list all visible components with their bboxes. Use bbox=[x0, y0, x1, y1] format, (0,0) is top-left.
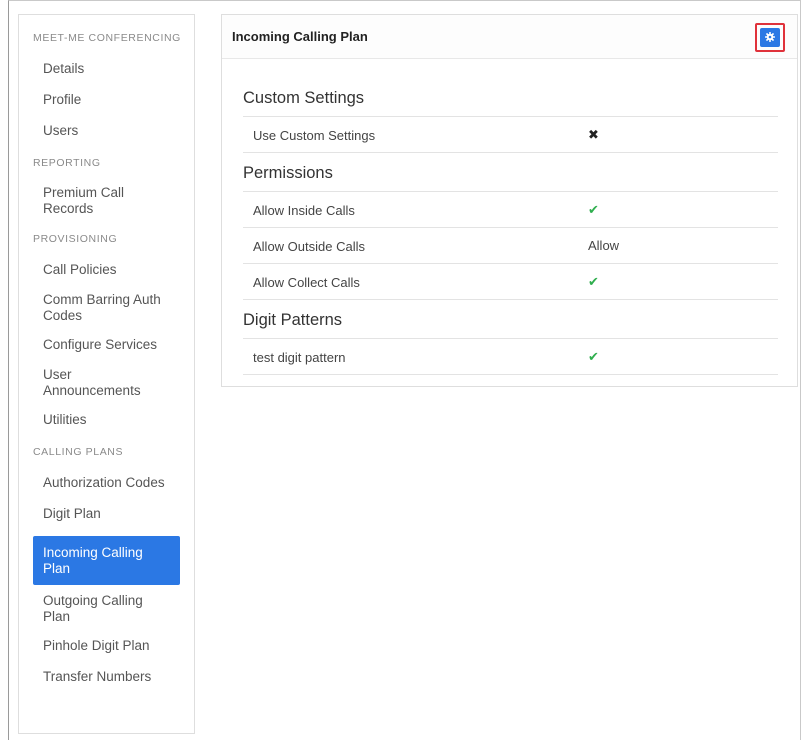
sidebar-item-call-policies[interactable]: Call Policies bbox=[33, 261, 180, 292]
cross-icon: ✖ bbox=[588, 127, 599, 142]
sidebar-item-outgoing-calling-plan[interactable]: Outgoing Calling Plan bbox=[33, 593, 180, 637]
group-title-custom-settings: Custom Settings bbox=[243, 87, 778, 117]
setting-row-allow-outside-calls: Allow Outside Calls Allow bbox=[243, 228, 778, 264]
sidebar-item-users[interactable]: Users bbox=[33, 122, 180, 153]
sidebar-item-configure-services[interactable]: Configure Services bbox=[33, 336, 180, 367]
setting-row-test-digit-pattern: test digit pattern ✔ bbox=[243, 339, 778, 375]
sidebar-item-authorization-codes[interactable]: Authorization Codes bbox=[33, 474, 180, 505]
check-icon: ✔ bbox=[588, 202, 599, 217]
row-label: Allow Collect Calls bbox=[253, 275, 360, 290]
panel-body: Custom Settings Use Custom Settings ✖ Pe… bbox=[243, 87, 778, 375]
row-label: Use Custom Settings bbox=[253, 128, 376, 143]
sidebar-item-comm-barring-auth-codes[interactable]: Comm Barring Auth Codes bbox=[33, 292, 180, 336]
section-header-calling-plans: CALLING PLANS bbox=[33, 446, 124, 458]
settings-highlight-box bbox=[755, 23, 785, 52]
setting-row-allow-collect-calls: Allow Collect Calls ✔ bbox=[243, 264, 778, 300]
row-label: Allow Outside Calls bbox=[253, 239, 365, 254]
row-label: test digit pattern bbox=[253, 350, 346, 365]
sidebar-item-user-announcements[interactable]: User Announcements bbox=[33, 367, 180, 411]
setting-row-use-custom-settings: Use Custom Settings ✖ bbox=[243, 117, 778, 153]
panel-title: Incoming Calling Plan bbox=[232, 29, 368, 44]
setting-row-allow-inside-calls: Allow Inside Calls ✔ bbox=[243, 192, 778, 228]
sidebar-item-utilities[interactable]: Utilities bbox=[33, 411, 180, 442]
sidebar-item-digit-plan[interactable]: Digit Plan bbox=[33, 505, 180, 536]
sidebar-item-details[interactable]: Details bbox=[33, 60, 180, 91]
section-header-reporting: REPORTING bbox=[33, 157, 101, 169]
check-icon: ✔ bbox=[588, 274, 599, 289]
settings-button[interactable] bbox=[760, 28, 780, 47]
group-title-permissions: Permissions bbox=[243, 162, 778, 192]
sidebar-item-premium-call-records[interactable]: Premium Call Records bbox=[33, 185, 180, 229]
group-title-digit-patterns: Digit Patterns bbox=[243, 309, 778, 339]
row-label: Allow Inside Calls bbox=[253, 203, 355, 218]
panel-header: Incoming Calling Plan bbox=[222, 15, 797, 59]
row-value: Allow bbox=[588, 238, 620, 253]
sidebar-nav: MEET-ME CONFERENCING Details Profile Use… bbox=[18, 14, 195, 734]
section-header-meet-me: MEET-ME CONFERENCING bbox=[33, 32, 181, 44]
gear-icon bbox=[765, 29, 775, 47]
sidebar-item-incoming-calling-plan[interactable]: Incoming Calling Plan bbox=[33, 536, 180, 585]
sidebar-item-pinhole-digit-plan[interactable]: Pinhole Digit Plan bbox=[33, 637, 180, 668]
sidebar-item-profile[interactable]: Profile bbox=[33, 91, 180, 122]
check-icon: ✔ bbox=[588, 349, 599, 364]
sidebar-item-transfer-numbers[interactable]: Transfer Numbers bbox=[33, 668, 180, 699]
section-header-provisioning: PROVISIONING bbox=[33, 233, 118, 245]
incoming-calling-plan-panel: Incoming Calling Plan Custom Settings Us… bbox=[221, 14, 798, 387]
